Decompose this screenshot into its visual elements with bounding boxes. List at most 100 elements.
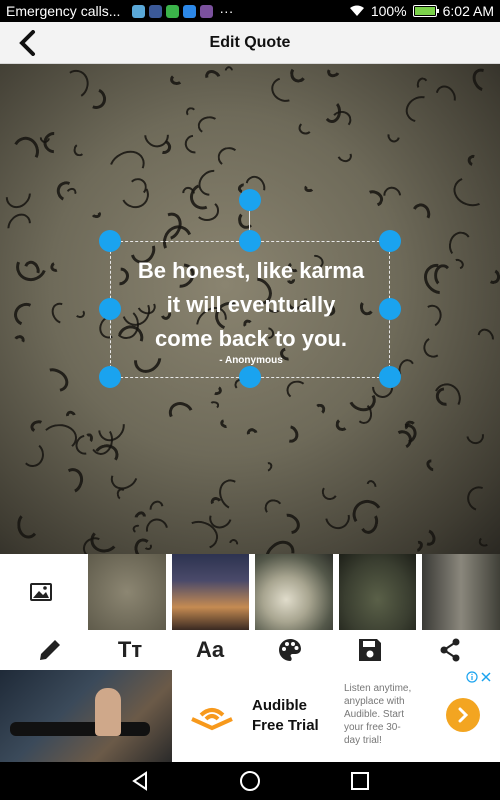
chevron-right-icon <box>458 707 469 723</box>
carrier-text: Emergency calls... <box>6 3 121 19</box>
hangouts-icon <box>166 4 180 18</box>
rain-drop <box>217 145 241 168</box>
font-button[interactable]: Aa <box>190 632 230 668</box>
background-thumbnail[interactable] <box>171 554 250 630</box>
rain-drop <box>169 73 183 86</box>
rain-drop <box>227 537 240 551</box>
square-recents-icon <box>351 772 369 790</box>
rain-drop <box>262 460 275 473</box>
back-button[interactable] <box>10 26 44 60</box>
background-thumbnail[interactable] <box>255 554 333 630</box>
rain-drop <box>10 299 42 330</box>
viber-icon <box>200 4 214 18</box>
ad-image-rowing-machine <box>10 722 150 736</box>
nav-back-button[interactable] <box>125 766 155 796</box>
rain-drop <box>146 497 166 518</box>
rain-drop <box>48 299 75 328</box>
ad-description: Listen anytime, anyplace with Audible. S… <box>344 670 430 762</box>
color-palette-icon <box>279 639 301 661</box>
gallery-button[interactable] <box>0 554 83 630</box>
app-bar: Edit Quote <box>0 22 500 64</box>
ad-title-line: Audible <box>252 697 307 714</box>
share-button[interactable] <box>430 632 470 668</box>
ad-desc-line: day trial! <box>344 735 382 746</box>
rain-drop <box>181 131 208 158</box>
resize-handle-bottom-right[interactable] <box>379 366 401 388</box>
resize-handle-left[interactable] <box>99 298 121 320</box>
rain-drop <box>450 256 466 271</box>
rain-drop <box>3 209 36 243</box>
rain-drop <box>278 421 302 446</box>
rain-drop <box>132 508 148 525</box>
resize-handle-top[interactable] <box>239 230 261 252</box>
image-icon <box>30 583 53 601</box>
background-thumbnail[interactable] <box>338 554 417 630</box>
system-nav-bar <box>0 762 500 800</box>
rain-drop <box>72 142 87 158</box>
ad-choices[interactable] <box>466 670 496 684</box>
resize-handle-bottom-left[interactable] <box>99 366 121 388</box>
battery-icon <box>412 5 439 17</box>
rain-drop <box>263 497 284 518</box>
facebook-icon <box>149 4 163 18</box>
rain-drop <box>334 146 355 165</box>
rain-drop <box>245 426 261 441</box>
rain-drop <box>320 482 340 501</box>
quote-author: - Anonymous <box>219 355 283 366</box>
rain-drop <box>208 400 220 410</box>
rain-drop <box>320 500 356 534</box>
editor-toolbar: Tт Aa <box>0 630 500 670</box>
ad-title: Audible Free Trial <box>252 670 344 762</box>
quote-text: Be honest, like karma it will eventually… <box>111 254 391 356</box>
nav-recents-button[interactable] <box>345 766 375 796</box>
background-thumbnail[interactable] <box>422 554 500 630</box>
circle-home-icon <box>240 771 260 791</box>
edit-pencil-icon <box>40 640 60 660</box>
rain-drop <box>9 134 43 168</box>
more-notifications-icon: ··· <box>219 3 234 19</box>
rotate-handle[interactable] <box>239 189 261 211</box>
rain-drop <box>132 523 143 535</box>
rain-drop <box>222 64 235 76</box>
rain-drop <box>0 177 36 213</box>
resize-handle-top-right[interactable] <box>379 230 401 252</box>
rain-drop <box>194 200 220 221</box>
background-thumbnail[interactable] <box>88 554 166 630</box>
messages-icon <box>132 4 146 18</box>
resize-handle-bottom[interactable] <box>239 366 261 388</box>
edit-button[interactable] <box>30 632 70 668</box>
rain-drop <box>115 487 128 502</box>
rain-drop <box>237 210 255 230</box>
rain-drop <box>20 441 46 469</box>
resize-handle-right[interactable] <box>379 298 401 320</box>
rain-drop <box>303 183 315 193</box>
rain-drop <box>409 200 434 226</box>
save-icon <box>359 639 381 661</box>
text-size-icon: Tт <box>117 637 143 662</box>
clock: 6:02 AM <box>442 3 494 19</box>
ad-close-icon <box>481 672 491 682</box>
triangle-back-icon <box>132 771 147 791</box>
nav-home-button[interactable] <box>235 766 265 796</box>
quote-line: come back to you. <box>155 326 347 351</box>
page-title: Edit Quote <box>209 33 291 51</box>
ad-banner[interactable]: Audible Free Trial Listen anytime, anypl… <box>0 670 500 762</box>
rain-drop <box>74 308 85 318</box>
rain-drop <box>483 267 500 286</box>
quote-line: it will eventually <box>166 292 336 317</box>
ad-title-line: Free Trial <box>252 717 319 734</box>
ad-cta-button[interactable] <box>446 698 480 732</box>
rain-drop <box>433 263 453 287</box>
quote-text-box[interactable]: Be honest, like karma it will eventually… <box>110 241 390 378</box>
rain-drop <box>420 334 446 361</box>
battery-percent: 100% <box>370 3 407 19</box>
resize-handle-top-left[interactable] <box>99 230 121 252</box>
color-button[interactable] <box>270 632 310 668</box>
rain-drop <box>53 178 79 205</box>
rain-drop <box>314 403 326 416</box>
rain-drop <box>202 66 224 87</box>
text-size-button[interactable]: Tт <box>110 632 150 668</box>
quote-canvas[interactable]: Be honest, like karma it will eventually… <box>0 64 500 554</box>
notification-icons <box>132 4 214 18</box>
save-button[interactable] <box>350 632 390 668</box>
